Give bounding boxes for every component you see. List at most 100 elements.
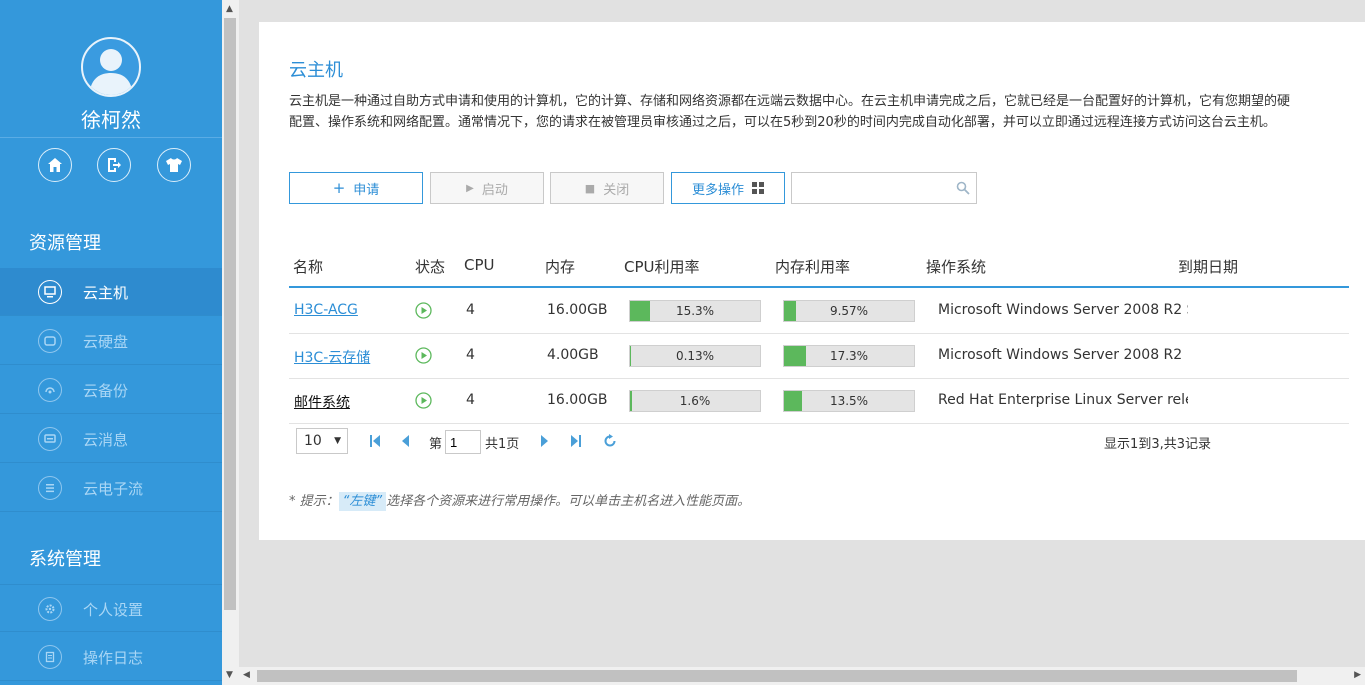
sidebar-item-personal-settings[interactable]: 个人设置 — [0, 584, 222, 632]
page-size-select[interactable]: 10 ▼ — [296, 428, 348, 454]
memory-cell: 16.00GB — [547, 302, 608, 318]
os-cell: Microsoft Windows Server 2008 R2 St — [938, 302, 1188, 318]
cpu-cell: 4 — [466, 302, 475, 318]
quick-actions — [0, 148, 222, 184]
hint-text: * 提示： “左键” 选择各个资源来进行常用操作。可以单击主机名进入性能页面。 — [289, 490, 751, 511]
table-row[interactable]: 邮件系统 4 16.00GB 1.6% 13.5% Red Hat Enterp… — [289, 379, 1349, 424]
plus-icon: + — [332, 179, 346, 197]
cpu-util-label: 1.6% — [679, 394, 711, 408]
cpu-util-bar: 0.13% — [629, 345, 761, 367]
sidebar-item-cloud-backup[interactable]: 云备份 — [0, 366, 222, 414]
host-name-link[interactable]: 邮件系统 — [294, 392, 350, 412]
page-title: 云主机 — [289, 60, 343, 81]
sidebar-item-cloud-disk[interactable]: 云硬盘 — [0, 317, 222, 365]
stop-button-label: 关闭 — [603, 182, 630, 198]
sidebar-item-label: 云备份 — [83, 382, 129, 400]
disk-icon — [38, 329, 62, 353]
main-panel: 云主机 云主机是一种通过自助方式申请和使用的计算机，它的计算、存储和网络资源都在… — [259, 22, 1365, 540]
next-page-icon[interactable] — [540, 434, 550, 448]
os-cell: Microsoft Windows Server 2008 R2 En — [938, 347, 1188, 363]
mem-util-label: 9.57% — [829, 304, 869, 318]
last-page-icon[interactable] — [570, 434, 582, 448]
vertical-scrollbar[interactable]: ▲ ▼ — [222, 0, 239, 685]
host-name-link[interactable]: H3C-ACG — [294, 302, 358, 318]
col-header-mem-util[interactable]: 内存利用率 — [775, 256, 850, 277]
stop-icon: ■ — [584, 181, 596, 195]
scroll-up-icon[interactable]: ▲ — [226, 4, 233, 14]
mem-util-bar: 9.57% — [783, 300, 915, 322]
cpu-util-label: 15.3% — [675, 304, 715, 318]
cpu-cell: 4 — [466, 392, 475, 408]
col-header-status[interactable]: 状态 — [415, 256, 445, 277]
divider — [0, 137, 222, 138]
gear-icon — [38, 597, 62, 621]
col-header-name[interactable]: 名称 — [293, 256, 323, 277]
sidebar: 徐柯然 资源管理 云主机 云硬盘 云备份 云消息 云电子流 系统管理 个人设置 … — [0, 0, 222, 685]
col-header-cpu[interactable]: CPU — [464, 256, 495, 274]
section-resource-management: 资源管理 — [29, 233, 101, 254]
apply-button-label: 申请 — [353, 182, 380, 198]
sidebar-item-cloud-host[interactable]: 云主机 — [0, 268, 222, 316]
sidebar-item-operation-log[interactable]: 操作日志 — [0, 633, 222, 681]
description-line-1: 云主机是一种通过自助方式申请和使用的计算机，它的计算、存储和网络资源都在远端云数… — [289, 94, 1291, 109]
hint-body: 选择各个资源来进行常用操作。可以单击主机名进入性能页面。 — [386, 494, 751, 509]
page-prefix: 第 — [429, 437, 443, 452]
backup-icon — [38, 378, 62, 402]
running-status-icon — [415, 302, 432, 319]
os-cell: Red Hat Enterprise Linux Server relea — [938, 392, 1188, 408]
sidebar-item-label: 云消息 — [83, 431, 129, 449]
cpu-cell: 4 — [466, 347, 475, 363]
user-avatar[interactable] — [81, 37, 141, 97]
sidebar-item-label: 操作日志 — [83, 649, 144, 667]
hint-prefix: * 提示： — [289, 494, 339, 509]
prev-page-icon[interactable] — [400, 434, 410, 448]
more-actions-button[interactable]: 更多操作 — [671, 172, 785, 204]
scroll-left-icon[interactable]: ◀ — [243, 670, 250, 680]
horizontal-scrollbar[interactable]: ◀ ▶ — [239, 667, 1365, 685]
running-status-icon — [415, 347, 432, 364]
mem-util-label: 17.3% — [829, 349, 869, 363]
host-name-link[interactable]: H3C-云存储 — [294, 347, 370, 367]
apply-button[interactable]: + 申请 — [289, 172, 423, 204]
pagination: 10 ▼ 第 共1页 显示1到3,共3记录 — [289, 424, 1349, 458]
search-icon[interactable] — [956, 181, 970, 195]
description-line-2: 配置、操作系统和网络配置。通常情况下，您的请求在被管理员审核通过之后，可以在5秒… — [289, 115, 1276, 130]
home-icon — [48, 158, 62, 172]
scroll-down-icon[interactable]: ▼ — [226, 670, 233, 680]
user-icon — [89, 49, 133, 95]
cpu-util-bar: 1.6% — [629, 390, 761, 412]
col-header-cpu-util[interactable]: CPU利用率 — [624, 256, 700, 277]
cpu-util-label: 0.13% — [675, 349, 715, 363]
horizontal-scrollbar-thumb[interactable] — [257, 670, 1297, 682]
search-input[interactable] — [796, 177, 950, 201]
start-button-label: 启动 — [481, 182, 508, 198]
section-system-management: 系统管理 — [29, 549, 101, 570]
vertical-scrollbar-thumb[interactable] — [224, 18, 236, 610]
chevron-down-icon: ▼ — [334, 436, 341, 446]
stop-button[interactable]: ■ 关闭 — [550, 172, 664, 204]
running-status-icon — [415, 392, 432, 409]
start-button[interactable]: ▶ 启动 — [430, 172, 544, 204]
username: 徐柯然 — [81, 108, 141, 132]
log-icon — [38, 645, 62, 669]
col-header-expiry[interactable]: 到期日期 — [1178, 256, 1238, 277]
refresh-icon[interactable] — [603, 434, 617, 448]
sidebar-item-label: 个人设置 — [83, 601, 144, 619]
records-summary: 显示1到3,共3记录 — [1104, 437, 1211, 452]
tshirt-icon — [166, 158, 182, 172]
home-button[interactable] — [38, 148, 72, 182]
col-header-os[interactable]: 操作系统 — [926, 256, 986, 277]
sidebar-item-cloud-workflow[interactable]: 云电子流 — [0, 464, 222, 512]
theme-button[interactable] — [157, 148, 191, 182]
sidebar-item-label: 云电子流 — [83, 480, 144, 498]
table-row[interactable]: H3C-云存储 4 4.00GB 0.13% 17.3% Microsoft W… — [289, 334, 1349, 379]
workflow-icon — [38, 476, 62, 500]
current-page-input[interactable] — [445, 430, 481, 454]
table-row[interactable]: H3C-ACG 4 16.00GB 15.3% 9.57% Microsoft … — [289, 289, 1349, 334]
logout-button[interactable] — [97, 148, 131, 182]
scroll-right-icon[interactable]: ▶ — [1354, 670, 1361, 680]
total-pages: 共1页 — [485, 437, 520, 452]
sidebar-item-cloud-message[interactable]: 云消息 — [0, 415, 222, 463]
first-page-icon[interactable] — [369, 434, 381, 448]
col-header-memory[interactable]: 内存 — [545, 256, 575, 277]
